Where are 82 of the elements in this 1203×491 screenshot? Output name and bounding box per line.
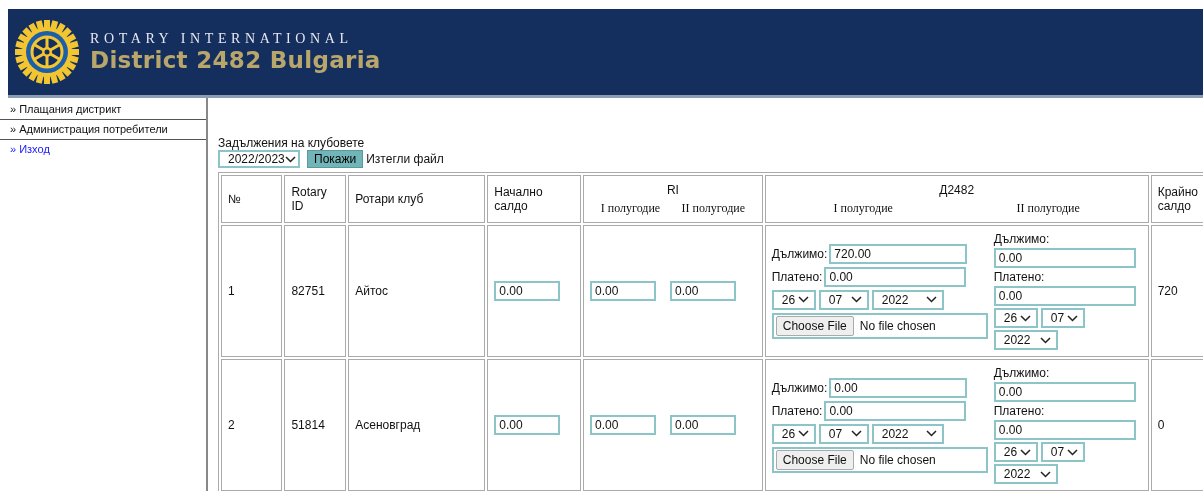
paid-amount-field[interactable]: 0.00 (993, 420, 1136, 440)
file-upload-field[interactable]: Choose File No file chosen (771, 446, 988, 473)
column-label: Ротари клуб (355, 192, 424, 206)
field-label: Платено: (993, 270, 1046, 284)
field-label: Платено: (771, 403, 823, 418)
sidebar-link[interactable]: » Администрация потребители (0, 120, 206, 140)
chevron-down-icon (1039, 336, 1051, 344)
opening-balance-field[interactable]: 0.00 (494, 415, 561, 435)
paid-amount-field[interactable]: 0.00 (824, 400, 967, 421)
day-select[interactable]: 26 (993, 308, 1038, 328)
show-button[interactable]: Покажи (307, 150, 364, 168)
field-label: Дължимо: (771, 246, 828, 261)
column-label: № (228, 192, 241, 206)
sub-column-label: II полугодие (1016, 200, 1080, 216)
field-label: Дължимо: (771, 380, 828, 395)
sub-column-label: I полугодие (833, 200, 893, 216)
ri-amount-field[interactable]: 0.00 (670, 415, 737, 435)
owed-amount-field[interactable]: 720.00 (829, 243, 968, 264)
year-select[interactable]: 2022 (993, 330, 1058, 350)
file-upload-field[interactable]: Choose File No file chosen (771, 312, 988, 339)
year-select[interactable]: 2022 (871, 289, 944, 310)
table-cell: 2 (221, 359, 283, 491)
column-label: Rotary ID (291, 185, 327, 213)
column-group-label: RI (665, 182, 680, 197)
owed-amount-field[interactable]: 0.00 (993, 382, 1136, 402)
chevron-down-icon (925, 430, 937, 437)
month-select[interactable]: 07 (1040, 442, 1085, 462)
paid-amount-field[interactable]: 0.00 (824, 266, 967, 287)
header-title: District 2482 Bulgaria (90, 46, 381, 74)
chevron-down-icon (1019, 448, 1031, 456)
field-label: Платено: (993, 404, 1046, 418)
download-file-link[interactable]: Изтегли файл (366, 152, 444, 166)
column-group-label: Д2482 (938, 182, 976, 197)
sub-column-label: I полугодие (600, 200, 661, 216)
ri-amount-field[interactable]: 0.00 (590, 415, 657, 435)
owed-amount-field[interactable]: 0.00 (993, 248, 1136, 268)
file-status: No file chosen (859, 318, 936, 333)
chevron-down-icon (1066, 314, 1078, 322)
table-cell: 82751 (284, 225, 347, 357)
day-select[interactable]: 26 (771, 289, 816, 310)
chevron-down-icon (1019, 314, 1031, 322)
table-cell: Айтос (348, 225, 486, 357)
chevron-down-icon (797, 430, 809, 437)
header-tagline: ROTARY INTERNATIONAL (90, 30, 354, 47)
day-select[interactable]: 26 (993, 442, 1038, 462)
column-label: Начално салдо (494, 185, 543, 213)
month-select[interactable]: 07 (818, 289, 869, 310)
month-select[interactable]: 07 (1040, 308, 1085, 328)
field-label: Дължимо: (993, 232, 1051, 246)
sub-column-label: II полугодие (681, 200, 745, 216)
choose-file-button[interactable]: Choose File (775, 315, 854, 336)
chevron-down-icon (797, 296, 809, 303)
year-select[interactable]: 2022/2023 (218, 150, 300, 168)
chevron-down-icon (850, 296, 862, 303)
day-select[interactable]: 26 (771, 423, 816, 444)
wheel-logo-icon (14, 19, 80, 85)
sidebar-link[interactable]: » Изход (0, 140, 206, 159)
column-label: Крайно салдо (1157, 185, 1198, 213)
month-select[interactable]: 07 (818, 423, 869, 444)
ri-amount-field[interactable]: 0.00 (590, 281, 657, 301)
ri-amount-field[interactable]: 0.00 (670, 281, 737, 301)
field-label: Платено: (771, 269, 823, 284)
opening-balance-field[interactable]: 0.00 (494, 281, 561, 301)
table-cell: 51814 (284, 359, 347, 491)
paid-amount-field[interactable]: 0.00 (993, 286, 1136, 306)
report-title: Задължения на клубовете (218, 136, 366, 150)
chevron-down-icon (850, 430, 862, 437)
table-cell: 0 (1150, 359, 1203, 491)
choose-file-button[interactable]: Choose File (775, 449, 854, 470)
chevron-down-icon (1066, 448, 1078, 456)
chevron-down-icon (925, 296, 937, 303)
year-select[interactable]: 2022 (993, 464, 1058, 484)
table-cell: 1 (221, 225, 283, 357)
year-select[interactable]: 2022 (871, 423, 944, 444)
owed-amount-field[interactable]: 0.00 (829, 377, 968, 398)
chevron-down-icon (284, 155, 296, 163)
field-label: Дължимо: (993, 366, 1051, 380)
chevron-down-icon (1039, 470, 1051, 478)
file-status: No file chosen (859, 452, 936, 467)
table-cell: Асеновград (348, 359, 486, 491)
table-cell: 720 (1150, 225, 1203, 357)
sidebar-link[interactable]: » Плащания дистрикт (0, 100, 206, 120)
